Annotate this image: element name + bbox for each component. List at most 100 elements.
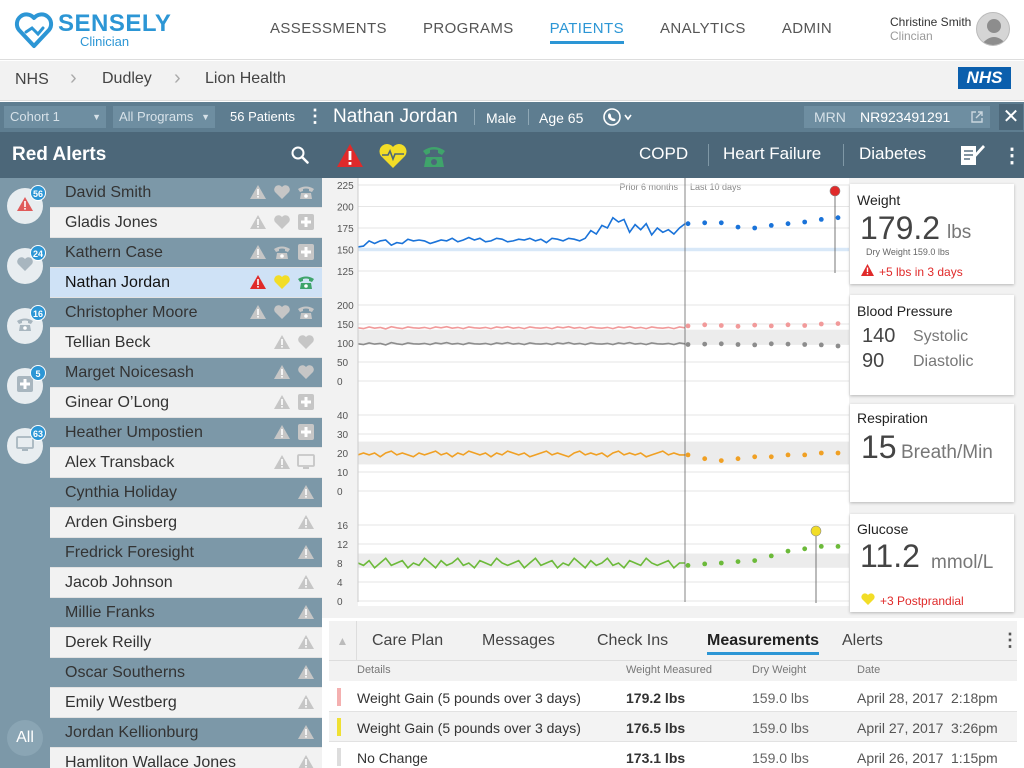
breadcrumb-item[interactable]: NHS [15, 71, 49, 89]
collapse-up-icon[interactable]: ▲ [329, 621, 357, 661]
column-header: Weight Measured [626, 664, 713, 676]
data-point [685, 452, 691, 458]
heart-icon [296, 333, 316, 351]
patient-row-name: Marget Noicesash [65, 364, 194, 381]
call-icon[interactable] [602, 107, 636, 127]
edit-notes-icon[interactable] [959, 143, 985, 167]
alert-icon [248, 183, 268, 201]
severity-marker [337, 688, 341, 706]
table-row[interactable]: Weight Gain (5 pounds over 3 days) 179.2 … [329, 682, 1017, 712]
patient-row-name: Nathan Jordan [65, 274, 170, 291]
programs-select[interactable]: All Programs ▼ [113, 106, 215, 128]
patient-row[interactable]: Cynthia Holiday [50, 478, 322, 508]
patient-row[interactable]: Kathern Case [50, 238, 322, 268]
patient-status-icons [292, 573, 316, 591]
patient-row[interactable]: Arden Ginsberg [50, 508, 322, 538]
data-point [785, 322, 791, 328]
cell-detail: No Change [357, 750, 428, 766]
count-badge: 16 [30, 305, 46, 321]
patient-row[interactable]: David Smith [50, 178, 322, 208]
chevron-right-icon: › [174, 67, 181, 89]
breadcrumb-item[interactable]: Dudley [102, 70, 152, 88]
patient-row[interactable]: Jordan Kellionburg [50, 718, 322, 748]
weight-card[interactable]: Weight 179.2 lbs Dry Weight 159.0 lbs +5… [850, 184, 1014, 284]
patient-row[interactable]: Jacob Johnson [50, 568, 322, 598]
data-point [735, 342, 741, 347]
patient-row[interactable]: Alex Transback [50, 448, 322, 478]
cohort-select[interactable]: Cohort 1 ▼ [4, 106, 106, 128]
condition-copd[interactable]: COPD [639, 144, 688, 164]
patient-row[interactable]: Christopher Moore [50, 298, 322, 328]
patient-row[interactable]: Nathan Jordan [50, 268, 322, 298]
condition-heart-failure[interactable]: Heart Failure [723, 144, 821, 164]
all-filter-button[interactable]: All [7, 720, 43, 756]
data-point [768, 323, 774, 329]
patient-header: Nathan Jordan Male Age 65 MRN NR92349129… [322, 102, 1024, 132]
patient-row[interactable]: Hamliton Wallace Jones [50, 748, 322, 768]
patient-row[interactable]: Tellian Beck [50, 328, 322, 358]
table-row[interactable]: No Change 173.1 lbs 159.0 lbs April 26, 201… [329, 742, 1017, 768]
patient-row[interactable]: Millie Franks [50, 598, 322, 628]
cell-date: April 26, 2017 [857, 750, 944, 766]
patient-row[interactable]: Emily Westberg [50, 688, 322, 718]
divider [708, 144, 709, 166]
breadcrumb-item[interactable]: Lion Health [205, 70, 286, 88]
alert-icon [248, 243, 268, 261]
nav-analytics[interactable]: ANALYTICS [660, 20, 746, 44]
alert-icon [296, 693, 316, 711]
y-tick-label: 150 [337, 320, 354, 331]
caret-down-icon: ▼ [201, 112, 210, 122]
y-tick-label: 10 [337, 468, 349, 479]
patient-row[interactable]: Oscar Southerns [50, 658, 322, 688]
data-point [768, 223, 774, 228]
patient-row-name: Fredrick Foresight [65, 544, 194, 561]
patient-status-icons [244, 213, 316, 231]
table-row[interactable]: Weight Gain (5 pounds over 3 days) 176.5 … [329, 712, 1017, 742]
tab-check-ins[interactable]: Check Ins [597, 632, 668, 650]
data-point [702, 456, 708, 462]
table-header: Details Weight Measured Dry Weight Date [329, 661, 1017, 681]
tab-measurements[interactable]: Measurements [707, 632, 820, 655]
tab-messages[interactable]: Messages [482, 632, 555, 650]
data-point [802, 323, 808, 328]
card-title: Respiration [857, 410, 928, 426]
condition-diabetes[interactable]: Diabetes [859, 144, 926, 164]
patient-row[interactable]: Fredrick Foresight [50, 538, 322, 568]
tab-alerts[interactable]: Alerts [842, 632, 883, 650]
patient-row[interactable]: Gladis Jones [50, 208, 322, 238]
data-point [718, 458, 724, 463]
search-icon[interactable] [291, 146, 309, 164]
patient-row[interactable]: Ginear O’Long [50, 388, 322, 418]
more-vertical-icon[interactable]: ⋮ [1001, 630, 1019, 651]
external-link-icon[interactable] [970, 110, 984, 124]
heart-alert-icon[interactable] [378, 142, 408, 170]
medical-plus-icon [296, 423, 316, 441]
column-header: Details [357, 664, 391, 676]
vitals-chart: Prior 6 months Last 10 days22520017515012… [337, 178, 849, 608]
avatar[interactable] [976, 12, 1010, 46]
tab-care-plan[interactable]: Care Plan [372, 632, 443, 650]
nav-assessments[interactable]: ASSESSMENTS [270, 20, 387, 44]
blood-pressure-card[interactable]: Blood Pressure 140 Systolic 90 Diastolic [850, 295, 1014, 395]
close-icon[interactable]: ✕ [999, 104, 1023, 130]
nav-programs[interactable]: PROGRAMS [423, 20, 514, 44]
phone-alert-icon[interactable] [420, 142, 448, 170]
alert-marker [810, 525, 822, 537]
more-vertical-icon[interactable]: ⋮ [1002, 143, 1022, 168]
cell-dry: 159.0 lbs [752, 750, 809, 766]
cell-detail: Weight Gain (5 pounds over 3 days) [357, 690, 581, 706]
patient-status-icons [244, 243, 316, 261]
patient-row[interactable]: Derek Reilly [50, 628, 322, 658]
nav-admin[interactable]: ADMIN [782, 20, 832, 44]
patient-row[interactable]: Heather Umpostien [50, 418, 322, 448]
patient-row[interactable]: Marget Noicesash [50, 358, 322, 388]
count-badge: 24 [30, 245, 46, 261]
cell-date: April 28, 2017 [857, 690, 944, 706]
patient-row-name: Jacob Johnson [65, 574, 173, 591]
glucose-card[interactable]: Glucose 11.2 mmol/L +3 Postprandial [850, 514, 1014, 612]
nav-patients[interactable]: PATIENTS [549, 20, 624, 44]
phone-icon [16, 316, 34, 337]
respiration-card[interactable]: Respiration 15 Breath/Min [850, 404, 1014, 502]
red-alert-icon[interactable] [336, 143, 364, 168]
y-tick-label: 150 [337, 246, 354, 257]
